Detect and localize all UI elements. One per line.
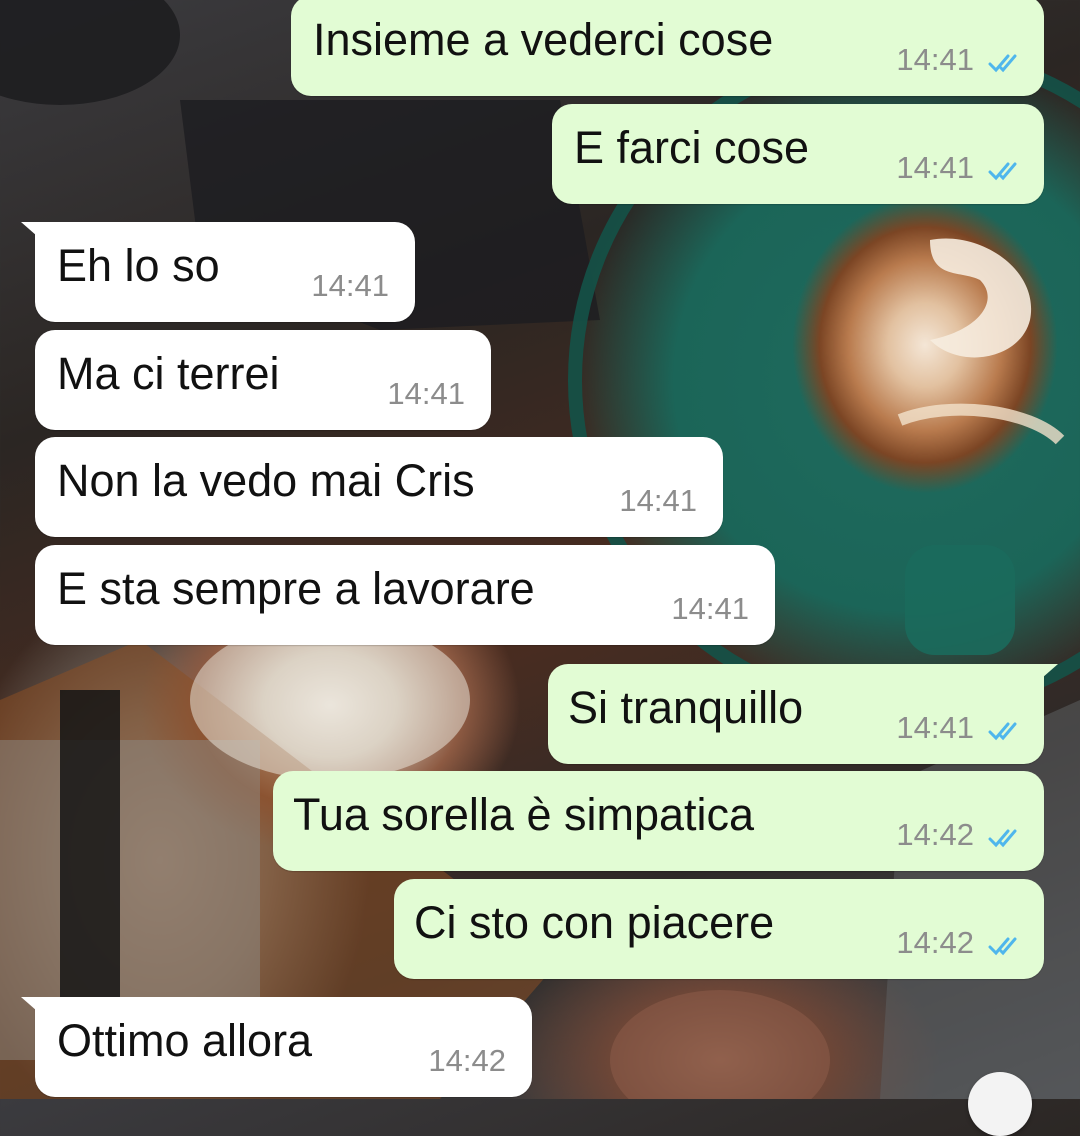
bubble-tail <box>1026 664 1058 692</box>
double-check-icon <box>988 937 1017 956</box>
message-time: 14:42 <box>896 925 974 960</box>
message-text: Tua sorella è simpatica <box>293 789 755 840</box>
message-time: 14:42 <box>896 817 974 852</box>
message-text: Insieme a vederci cose <box>313 14 774 65</box>
message-text: Non la vedo mai Cris <box>57 455 475 506</box>
message-time: 14:41 <box>671 591 749 626</box>
message-text: Si tranquillo <box>568 682 804 733</box>
message-bubble-incoming[interactable]: Ma ci terrei 14:41 <box>35 330 491 430</box>
bubble-tail <box>21 997 53 1025</box>
message-time: 14:41 <box>896 150 974 185</box>
message-time: 14:41 <box>311 268 389 303</box>
message-time: 14:41 <box>896 42 974 77</box>
message-time: 14:41 <box>619 483 697 518</box>
message-text: Ci sto con piacere <box>414 897 775 948</box>
message-bubble-incoming[interactable]: Eh lo so 14:41 <box>21 222 415 322</box>
message-bubble-incoming[interactable]: Non la vedo mai Cris 14:41 <box>35 437 723 537</box>
message-bubble-incoming[interactable]: E sta sempre a lavorare 14:41 <box>35 545 775 645</box>
message-text: E sta sempre a lavorare <box>57 563 535 614</box>
message-text: Ottimo allora <box>57 1015 313 1066</box>
message-bubble-outgoing[interactable]: Ci sto con piacere 14:42 <box>394 879 1044 979</box>
message-bubble-outgoing[interactable]: Si tranquillo 14:41 <box>548 664 1058 764</box>
scroll-down-button[interactable] <box>968 1072 1032 1136</box>
message-text: E farci cose <box>574 122 810 173</box>
double-check-icon <box>988 722 1017 741</box>
message-time: 14:41 <box>387 376 465 411</box>
bubble-tail <box>21 222 53 250</box>
message-time: 14:42 <box>428 1043 506 1078</box>
double-check-icon <box>988 54 1017 73</box>
double-check-icon <box>988 829 1017 848</box>
message-text: Ma ci terrei <box>57 348 280 399</box>
message-bubble-outgoing[interactable]: Tua sorella è simpatica 14:42 <box>273 771 1044 871</box>
message-bubble-incoming[interactable]: Ottimo allora 14:42 <box>21 997 532 1097</box>
message-bubble-outgoing[interactable]: Insieme a vederci cose 14:41 <box>291 0 1044 96</box>
message-text: Eh lo so <box>57 240 220 291</box>
message-time: 14:41 <box>896 710 974 745</box>
message-bubble-outgoing[interactable]: E farci cose 14:41 <box>552 104 1044 204</box>
double-check-icon <box>988 162 1017 181</box>
